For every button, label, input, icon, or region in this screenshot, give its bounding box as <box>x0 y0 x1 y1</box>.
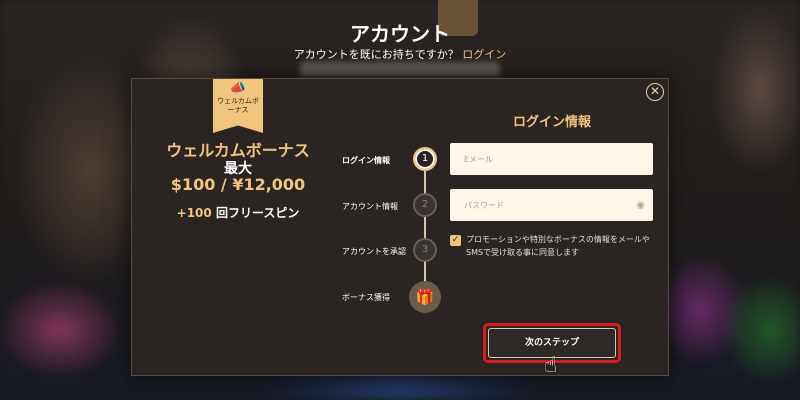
eye-icon[interactable]: ◉ <box>636 200 645 211</box>
tag-text: ウェルカムボーナス <box>217 97 259 114</box>
promo-free-spins: +100 回フリースピン <box>132 204 344 221</box>
welcome-bonus-tag: 📣 ウェルカムボーナス <box>213 79 263 133</box>
step-2-circle: 2 <box>413 193 437 217</box>
subtitle-text: アカウントを既にお持ちですか？ <box>293 48 459 61</box>
email-field-wrapper <box>450 143 653 175</box>
megaphone-icon: 📣 <box>229 81 247 96</box>
email-input[interactable] <box>450 143 653 175</box>
blurred-banner-text <box>300 62 500 76</box>
consent-checkbox[interactable]: ✓ <box>450 235 461 246</box>
spins-number: +100 <box>176 206 212 220</box>
spins-label: 回フリースピン <box>215 206 300 220</box>
step-1-circle: 1 <box>413 147 437 171</box>
promo-amount: $100 / ¥12,000 <box>170 175 306 194</box>
step-3-circle: 3 <box>413 238 437 262</box>
close-icon[interactable]: ✕ <box>646 83 664 101</box>
form-title: ログイン情報 <box>512 115 591 130</box>
step-connector-line <box>424 171 426 291</box>
password-input[interactable] <box>450 189 653 221</box>
password-field-wrapper: ◉ <box>450 189 653 221</box>
registration-modal: ✕ 📣 ウェルカムボーナス ウェルカムボーナス 最大 $100 / ¥12,00… <box>131 78 669 376</box>
gift-icon: 🎁 <box>409 281 441 313</box>
login-link[interactable]: ログイン <box>462 48 506 61</box>
page-subtitle: アカウントを既にお持ちですか？ ログイン <box>0 46 800 62</box>
hand-cursor-icon: ☝ <box>544 353 558 378</box>
page-title: アカウント <box>350 22 450 46</box>
consent-text: プロモーションや特別なボーナスの情報をメールやSMSで受け取る事に同意します <box>466 235 650 257</box>
